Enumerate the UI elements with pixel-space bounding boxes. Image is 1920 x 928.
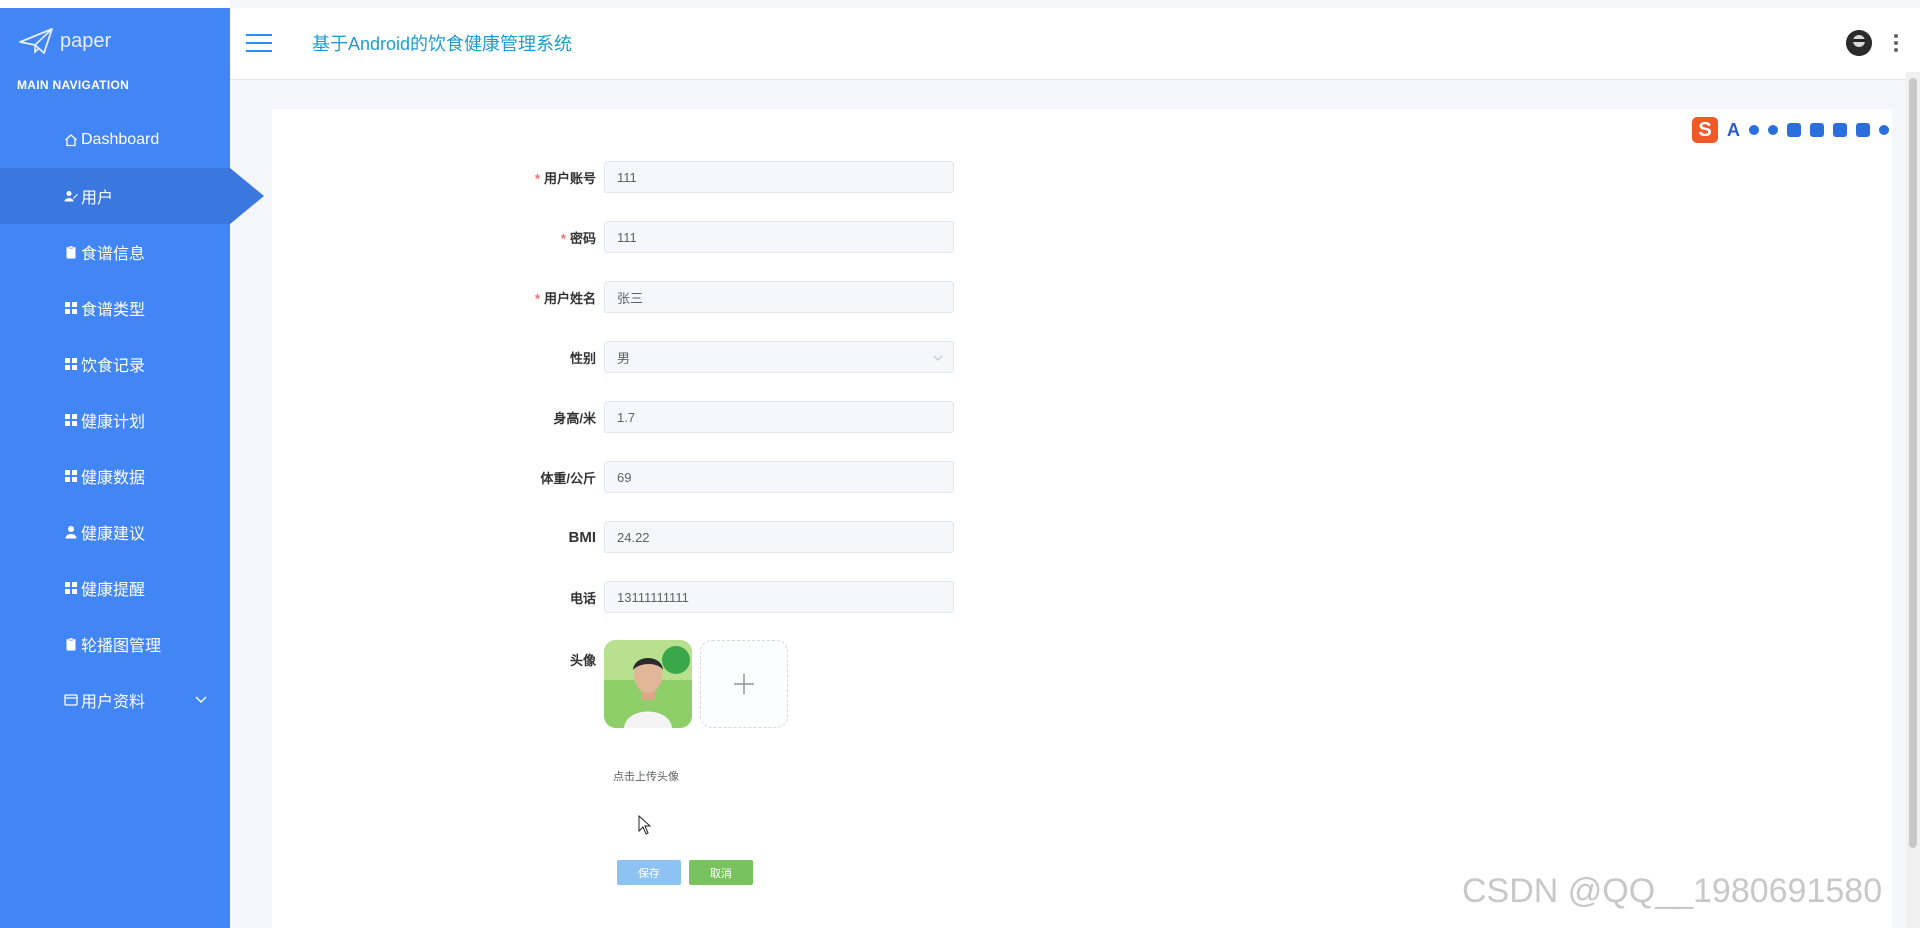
shirt-icon[interactable] [1810,123,1824,137]
gender-select-wrap [604,341,954,373]
gear-icon[interactable] [1879,125,1889,135]
height-input[interactable] [604,401,954,433]
sidebar-item-user[interactable]: 用户 [0,168,264,224]
phone-label: 电话 [569,590,596,606]
password-label: * 密码 [560,230,596,246]
clipboard-icon [64,245,78,259]
height-label: 身高/米 [553,410,596,426]
sidebar-item-label: 饮食记录 [81,358,146,375]
sidebar-item-label: 健康建议 [81,526,146,543]
sidebar-item-diet-record[interactable]: 饮食记录 [0,336,230,392]
sidebar-item-label: 健康提醒 [81,582,146,599]
form-row-name: * 用户姓名 [500,280,954,314]
weight-label: 体重/公斤 [540,470,596,486]
cancel-button[interactable]: 取消 [689,860,753,885]
form-row-gender: 性别 [500,340,954,374]
sidebar-item-label: 用户 [81,190,114,207]
sidebar-item-label: 食谱信息 [81,246,146,263]
main-nav: Dashboard 用户 食谱信息 食谱类型 饮食记录 健康计划 健康数据 健康… [0,112,264,728]
user-edit-icon [64,189,78,203]
clipboard-icon [64,637,78,651]
form-row-phone: 电话 [500,580,954,614]
sidebar-item-user-profile[interactable]: 用户资料 [0,672,230,728]
grid-icon [64,469,78,483]
form-row-weight: 体重/公斤 [500,460,954,494]
punctuation-icon[interactable] [1749,125,1759,135]
logo[interactable]: paper [18,26,111,56]
sidebar-item-health-advice[interactable]: 健康建议 [0,504,230,560]
save-button[interactable]: 保存 [617,860,681,885]
sidebar-item-health-plan[interactable]: 健康计划 [0,392,230,448]
sidebar-item-label: 食谱类型 [81,302,146,319]
bmi-input[interactable] [604,521,954,553]
form-row-account: * 用户账号 [500,160,954,194]
sidebar-item-carousel[interactable]: 轮播图管理 [0,616,230,672]
gender-select[interactable] [604,341,954,373]
user-avatar[interactable] [1846,30,1872,56]
sidebar-item-label: Dashboard [81,131,160,148]
grid-icon [64,581,78,595]
sidebar-item-health-reminder[interactable]: 健康提醒 [0,560,230,616]
more-options-icon[interactable] [1894,34,1898,52]
sidebar: paper MAIN NAVIGATION Dashboard 用户 食谱信息 [0,0,264,928]
sogou-logo-icon[interactable]: S [1692,117,1718,143]
mouse-cursor-icon [638,814,652,840]
paper-plane-icon [19,28,53,54]
account-label: * 用户账号 [534,170,596,186]
account-input[interactable] [604,161,954,193]
keyboard-icon[interactable] [1787,123,1801,137]
avatar-upload-tip: 点击上传头像 [613,771,679,783]
form-row-avatar: 头像 [500,640,788,728]
sidebar-item-recipe-info[interactable]: 食谱信息 [0,224,230,280]
gamepad-icon[interactable] [1833,123,1847,137]
sidebar-item-dashboard[interactable]: Dashboard [0,112,230,168]
form-row-height: 身高/米 [500,400,954,434]
font-a-icon[interactable]: A [1727,120,1740,141]
name-label: * 用户姓名 [534,290,596,306]
name-input[interactable] [604,281,954,313]
page-scrollbar[interactable] [1906,72,1920,928]
sidebar-item-label: 健康计划 [81,414,146,431]
grid-icon [64,357,78,371]
menu-toggle-icon[interactable] [246,34,272,54]
form-row-bmi: BMI [500,520,954,554]
sidebar-item-label: 用户资料 [81,694,146,711]
weight-input[interactable] [604,461,954,493]
sidebar-item-label: 健康数据 [81,470,146,487]
form-row-password: * 密码 [500,220,954,254]
scrollbar-thumb[interactable] [1909,78,1917,848]
app-title: 基于Android的饮食健康管理系统 [312,34,573,54]
phone-input[interactable] [604,581,954,613]
person-icon [64,525,78,539]
microphone-icon[interactable] [1768,125,1778,135]
watermark-text: CSDN @QQ__1980691580 [1462,872,1883,910]
sidebar-item-health-data[interactable]: 健康数据 [0,448,230,504]
sidebar-item-label: 轮播图管理 [81,638,162,655]
nav-heading: MAIN NAVIGATION [17,78,130,92]
bmi-label: BMI [568,528,597,546]
password-input[interactable] [604,221,954,253]
apps-icon[interactable] [1856,123,1870,137]
sidebar-item-recipe-type[interactable]: 食谱类型 [0,280,230,336]
id-card-icon [64,693,78,707]
avatar-preview[interactable] [604,640,692,728]
avatar-upload-button[interactable] [700,640,788,728]
logo-text: paper [60,29,112,52]
grid-icon [64,413,78,427]
grid-icon [64,301,78,315]
home-icon [64,133,78,147]
chevron-down-icon[interactable] [194,692,208,706]
chevron-down-icon[interactable] [932,351,944,363]
ime-toolbar[interactable]: S A [1692,112,1920,148]
avatar-label: 头像 [569,653,596,668]
gender-label: 性别 [569,350,596,366]
top-header: 基于Android的饮食健康管理系统 [230,8,1920,80]
plus-icon [734,674,754,694]
